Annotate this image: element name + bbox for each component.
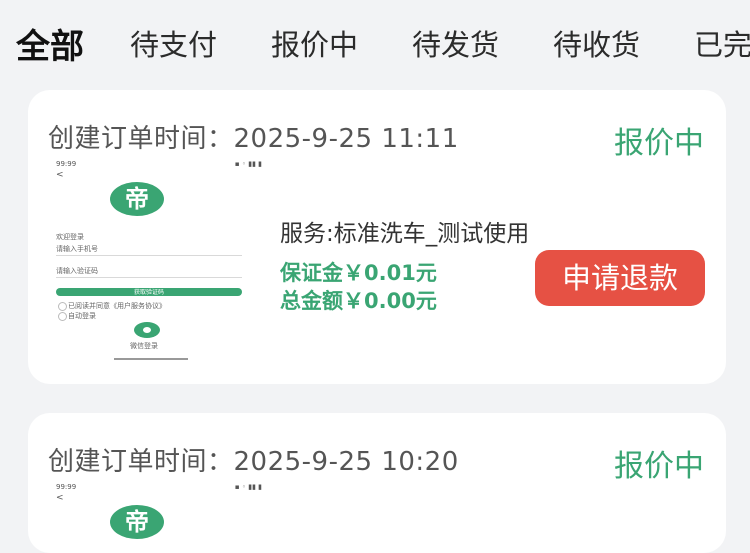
status-bar-text: 99:99 xyxy=(56,483,77,491)
order-card[interactable]: 创建订单时间：2025-9-25 11:11 报价中 99:99 ▪ ◦ ▮▮ … xyxy=(28,90,726,384)
service-name: 服务:标准洗车_测试使用 xyxy=(280,221,530,247)
back-icon: < xyxy=(56,170,64,180)
back-icon: < xyxy=(56,493,64,503)
brand-logo: 帝 xyxy=(110,182,164,216)
thumb-divider xyxy=(56,255,242,256)
order-created-time: 创建订单时间：2025-9-25 10:20 xyxy=(48,447,459,477)
status-bar-text: 99:99 xyxy=(56,160,77,168)
thumb-radio xyxy=(58,302,67,311)
order-tabs: 全部 待支付 报价中 待发货 待收货 已完 xyxy=(0,0,750,90)
refund-button[interactable]: 申请退款 xyxy=(535,250,705,306)
thumb-code-field: 请输入验证码 xyxy=(56,267,98,275)
deposit-amount: 保证金￥0.01元 xyxy=(280,261,437,285)
tab-pending-shipment[interactable]: 待发货 xyxy=(412,22,499,64)
thumb-agree-text: 已阅读并同意《用户服务协议》 xyxy=(68,302,166,310)
thumb-login-button: 获取验证码 xyxy=(56,288,242,296)
tab-all[interactable]: 全部 xyxy=(16,19,84,68)
tab-quoting[interactable]: 报价中 xyxy=(271,22,358,64)
thumb-welcome: 欢迎登录 xyxy=(56,233,84,241)
product-thumbnail: 99:99 ▪ ◦ ▮▮ ▮ < 帝 xyxy=(52,483,270,543)
tab-pending-receipt[interactable]: 待收货 xyxy=(553,22,640,64)
wechat-icon xyxy=(134,322,160,338)
status-bar-icons: ▪ ◦ ▮▮ ▮ xyxy=(234,160,262,168)
thumb-radio xyxy=(58,312,67,321)
order-created-time: 创建订单时间：2025-9-25 11:11 xyxy=(48,124,459,154)
tab-pending-payment[interactable]: 待支付 xyxy=(130,22,217,64)
order-status: 报价中 xyxy=(614,126,704,161)
status-bar-icons: ▪ ◦ ▮▮ ▮ xyxy=(234,483,262,491)
thumb-phone-field: 请输入手机号 xyxy=(56,245,98,253)
tab-completed[interactable]: 已完 xyxy=(694,22,750,64)
order-card[interactable]: 创建订单时间：2025-9-25 10:20 报价中 99:99 ▪ ◦ ▮▮ … xyxy=(28,413,726,553)
product-thumbnail: 99:99 ▪ ◦ ▮▮ ▮ < 帝 欢迎登录 请输入手机号 请输入验证码 获取… xyxy=(52,160,270,366)
thumb-wechat-login: 微信登录 xyxy=(130,342,158,350)
total-amount: 总金额￥0.00元 xyxy=(280,289,437,313)
brand-logo: 帝 xyxy=(110,505,164,539)
home-indicator xyxy=(114,358,188,360)
order-status: 报价中 xyxy=(614,449,704,484)
thumb-divider xyxy=(56,277,242,278)
thumb-auto-login: 自动登录 xyxy=(68,312,96,320)
